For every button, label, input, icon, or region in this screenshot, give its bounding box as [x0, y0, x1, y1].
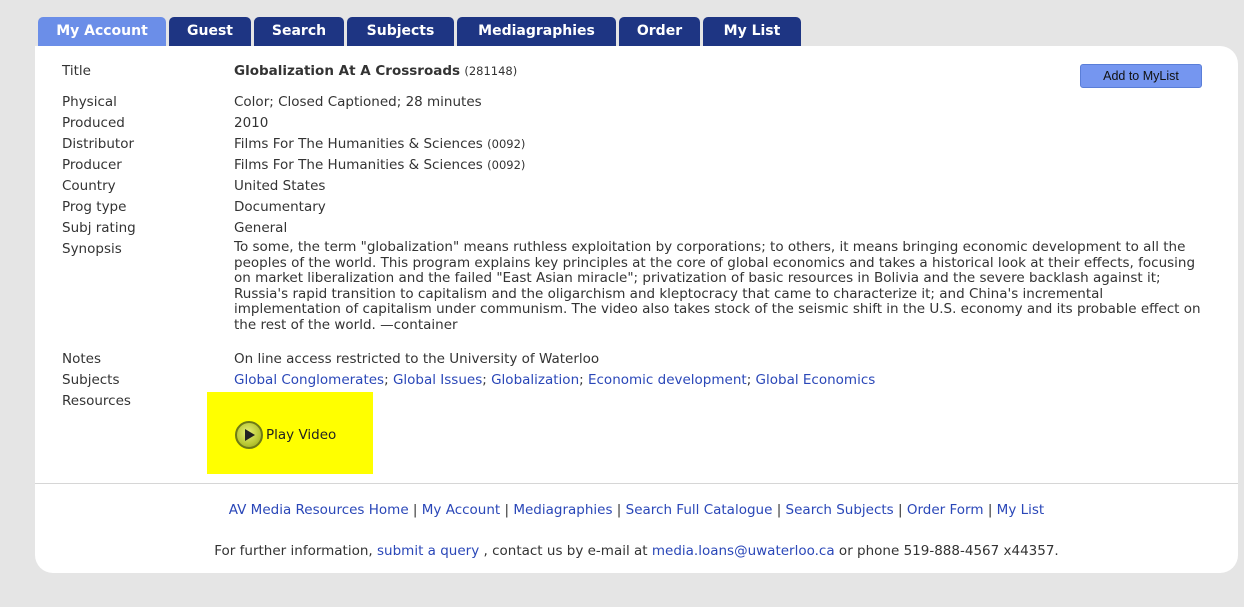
- producer-label: Producer: [62, 157, 122, 173]
- play-circle-icon: [235, 421, 263, 449]
- footer-contact: For further information, submit a query …: [35, 543, 1238, 559]
- subject-link[interactable]: Global Conglomerates: [234, 372, 384, 388]
- contact-prefix: For further information,: [214, 543, 378, 559]
- distributor-name: Films For The Humanities & Sciences: [234, 136, 483, 152]
- distributor-label: Distributor: [62, 136, 135, 152]
- subject-separator: ;: [384, 372, 393, 388]
- subject-separator: ;: [482, 372, 492, 388]
- footer-nav: AV Media Resources Home | My Account | M…: [35, 502, 1238, 518]
- nav-tabs: My Account Guest Search Subjects Mediagr…: [38, 17, 804, 46]
- prog-type-value: Documentary: [234, 199, 326, 215]
- email-link[interactable]: media.loans@uwaterloo.ca: [652, 543, 835, 559]
- subject-separator: ;: [579, 372, 588, 388]
- tab-search[interactable]: Search: [254, 17, 344, 46]
- subject-link[interactable]: Global Economics: [756, 372, 876, 388]
- subj-rating-label: Subj rating: [62, 220, 136, 236]
- tab-subjects[interactable]: Subjects: [347, 17, 454, 46]
- tab-my-account[interactable]: My Account: [38, 17, 166, 46]
- submit-query-link[interactable]: submit a query: [377, 543, 479, 559]
- distributor-value: Films For The Humanities & Sciences (009…: [234, 136, 525, 152]
- subjects-value: Global Conglomerates; Global Issues; Glo…: [234, 372, 875, 388]
- footer-separator: |: [612, 502, 626, 518]
- footer-link-mediagraphies[interactable]: Mediagraphies: [513, 502, 612, 518]
- play-video-label: Play Video: [266, 427, 337, 443]
- subject-link[interactable]: Globalization: [491, 372, 579, 388]
- footer-divider: [35, 483, 1238, 484]
- producer-value: Films For The Humanities & Sciences (009…: [234, 157, 525, 173]
- footer-separator: |: [983, 502, 997, 518]
- producer-id: (0092): [487, 158, 526, 172]
- synopsis-text: To some, the term "globalization" means …: [234, 239, 1201, 333]
- resources-label: Resources: [62, 393, 131, 409]
- subject-separator: ;: [746, 372, 756, 388]
- footer-separator: |: [893, 502, 907, 518]
- footer-separator: |: [408, 502, 422, 518]
- title-value: Globalization At A Crossroads (281148): [234, 63, 517, 79]
- tab-guest[interactable]: Guest: [169, 17, 251, 46]
- physical-label: Physical: [62, 94, 117, 110]
- produced-value: 2010: [234, 115, 269, 131]
- tab-mediagraphies[interactable]: Mediagraphies: [457, 17, 616, 46]
- produced-label: Produced: [62, 115, 125, 131]
- tab-my-list[interactable]: My List: [703, 17, 801, 46]
- footer-link-my-list[interactable]: My List: [997, 502, 1045, 518]
- title-label: Title: [62, 63, 91, 79]
- footer-link-my-account[interactable]: My Account: [422, 502, 500, 518]
- notes-value: On line access restricted to the Univers…: [234, 351, 600, 367]
- contact-suffix: or phone 519-888-4567 x44357.: [834, 543, 1059, 559]
- footer-link-search-subjects[interactable]: Search Subjects: [786, 502, 894, 518]
- footer-link-order-form[interactable]: Order Form: [907, 502, 984, 518]
- add-to-mylist-button[interactable]: Add to MyList: [1080, 64, 1202, 88]
- footer-separator: |: [772, 502, 786, 518]
- country-label: Country: [62, 178, 116, 194]
- footer-separator: |: [500, 502, 514, 518]
- subject-link[interactable]: Economic development: [588, 372, 747, 388]
- tab-order[interactable]: Order: [619, 17, 700, 46]
- subjects-label: Subjects: [62, 372, 120, 388]
- footer-link-search-catalogue[interactable]: Search Full Catalogue: [626, 502, 773, 518]
- prog-type-label: Prog type: [62, 199, 127, 215]
- play-video-button[interactable]: Play Video: [235, 419, 336, 451]
- footer-link-home[interactable]: AV Media Resources Home: [229, 502, 409, 518]
- subject-link[interactable]: Global Issues: [393, 372, 482, 388]
- record-title: Globalization At A Crossroads: [234, 63, 461, 79]
- distributor-id: (0092): [487, 137, 526, 151]
- record-id: (281148): [464, 64, 518, 78]
- country-value: United States: [234, 178, 326, 194]
- physical-value: Color; Closed Captioned; 28 minutes: [234, 94, 482, 110]
- notes-label: Notes: [62, 351, 101, 367]
- producer-name: Films For The Humanities & Sciences: [234, 157, 483, 173]
- record-panel: Title Physical Produced Distributor Prod…: [35, 46, 1238, 573]
- subj-rating-value: General: [234, 220, 288, 236]
- contact-mid: , contact us by e-mail at: [479, 543, 652, 559]
- synopsis-label: Synopsis: [62, 241, 122, 257]
